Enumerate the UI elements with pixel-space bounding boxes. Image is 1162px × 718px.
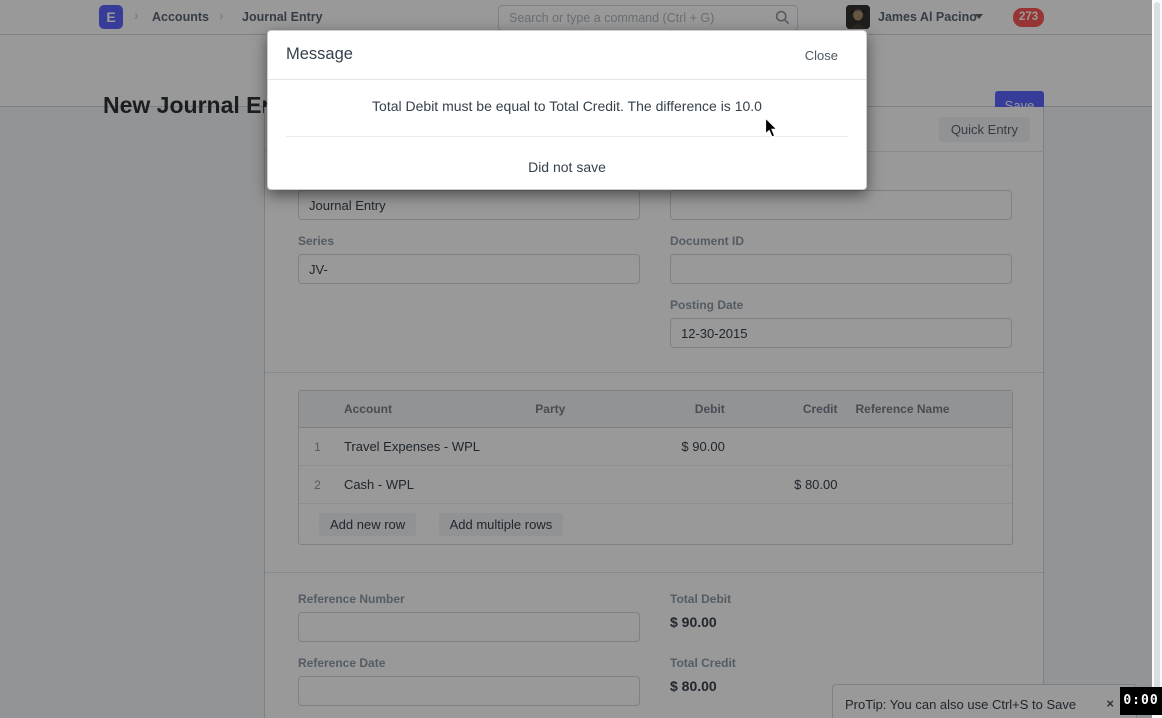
recording-timer: 0:00 [1120, 687, 1162, 715]
mouse-cursor [764, 117, 779, 139]
dialog-message: Total Debit must be equal to Total Credi… [268, 98, 866, 114]
dialog-header-divider [268, 79, 866, 80]
scrollbar-track[interactable] [1152, 0, 1162, 718]
app-window: E › Accounts › Journal Entry James Al Pa… [0, 0, 1162, 718]
dialog-footer-note: Did not save [268, 159, 866, 175]
message-dialog: Message Close Total Debit must be equal … [267, 30, 867, 190]
dialog-title: Message [286, 45, 353, 64]
scrollbar-thumb[interactable] [1154, 2, 1160, 714]
dialog-close-button[interactable]: Close [805, 48, 838, 63]
